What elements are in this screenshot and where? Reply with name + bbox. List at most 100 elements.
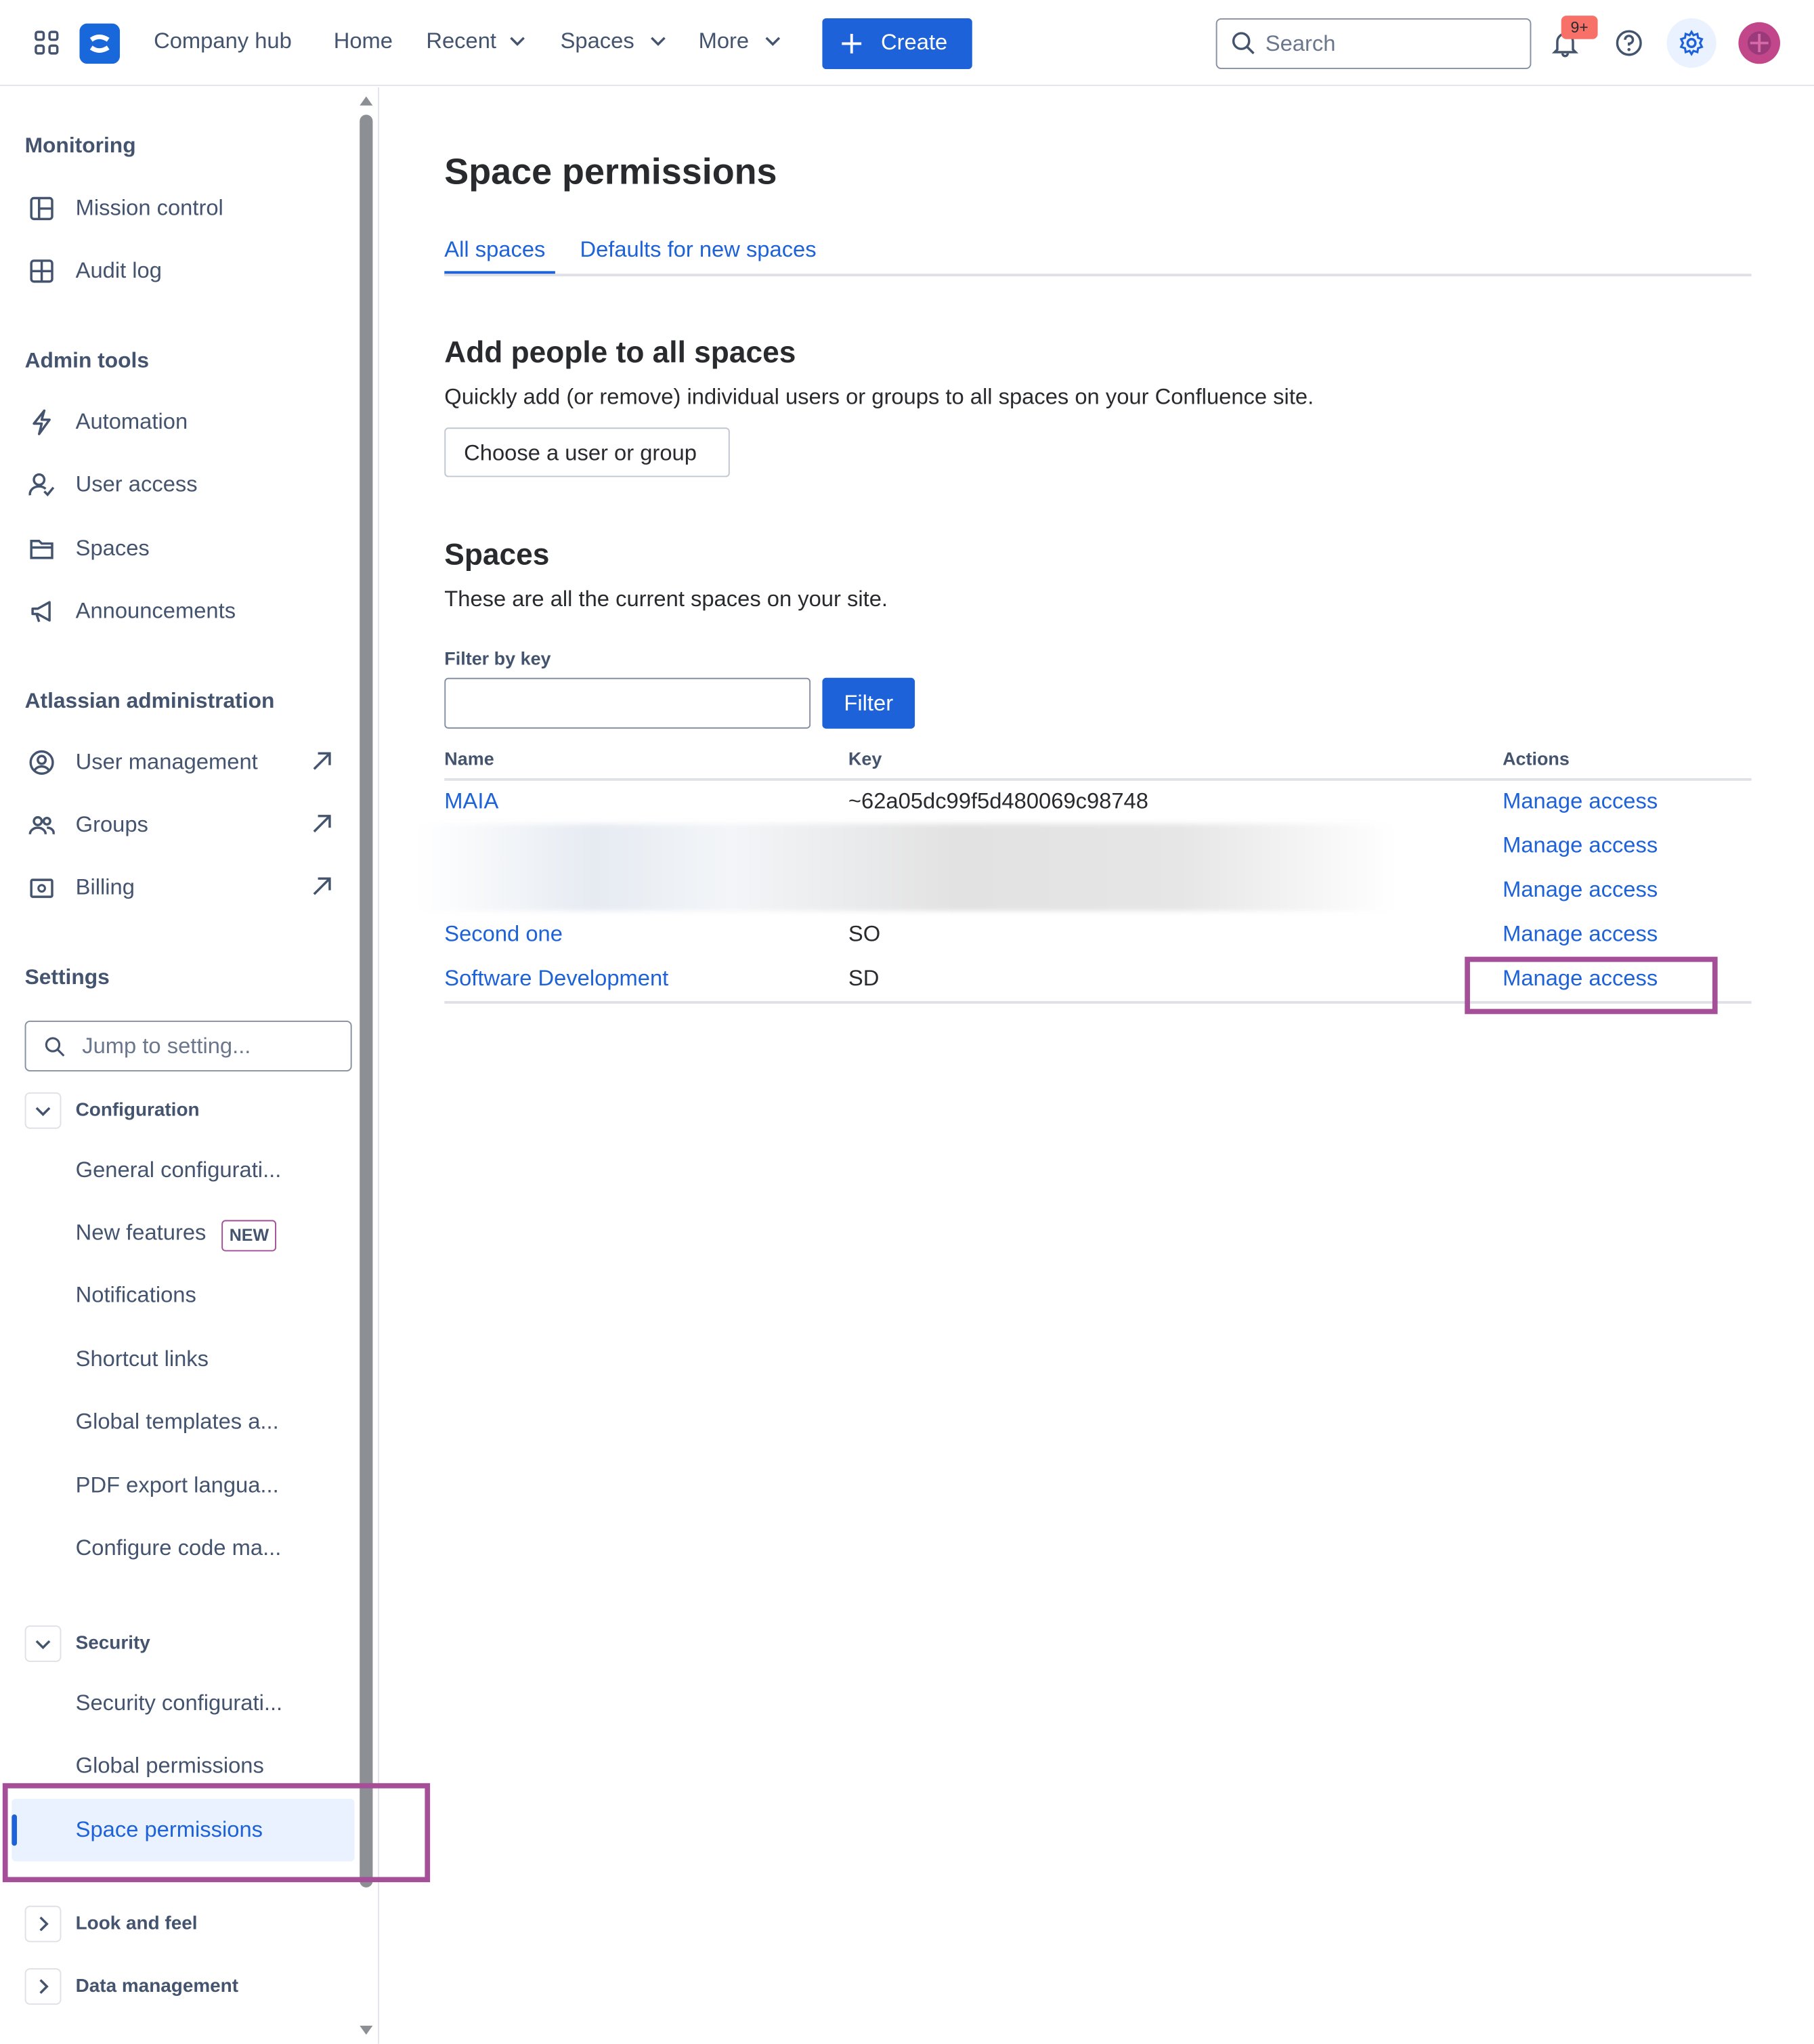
notification-badge: 9+ (1561, 16, 1598, 39)
sidebar-item-billing[interactable]: Billing (24, 861, 349, 914)
external-link-icon (310, 874, 334, 898)
chevron-down-icon (765, 37, 781, 47)
sidebar-heading-admin-tools: Admin tools (24, 349, 150, 373)
jump-to-setting-input[interactable]: Jump to setting... (24, 1020, 352, 1072)
sidebar-item-security-configuration[interactable]: Security configurati... (76, 1690, 283, 1716)
configuration-label: Configuration (75, 1100, 200, 1122)
sidebar-item-spaces[interactable]: Spaces (24, 523, 349, 575)
sidebar-item-user-access[interactable]: User access (24, 459, 349, 511)
look-and-feel-group[interactable]: Look and feel (24, 1905, 351, 1948)
sidebar-item-pdf-export-language[interactable]: PDF export langua... (76, 1473, 279, 1499)
configuration-group[interactable]: Configuration (24, 1092, 351, 1134)
space-key: ~62a05dc99f5d480069c98748 (848, 788, 1148, 813)
sidebar-item-global-permissions[interactable]: Global permissions (76, 1753, 264, 1779)
space-name-link[interactable]: Second one (444, 922, 563, 948)
sidebar-item-groups[interactable]: Groups (24, 799, 349, 851)
spaces-heading: Spaces (444, 536, 550, 571)
security-label: Security (75, 1633, 150, 1655)
nav-spaces[interactable]: Spaces (560, 28, 666, 54)
manage-access-link[interactable]: Manage access (1503, 833, 1658, 859)
site-name[interactable]: Company hub (154, 28, 292, 54)
security-group[interactable]: Security (24, 1625, 351, 1667)
nav-more[interactable]: More (698, 28, 781, 54)
user-check-icon (28, 472, 55, 498)
filter-by-key-label: Filter by key (444, 647, 551, 669)
column-header-actions: Actions (1503, 748, 1570, 769)
nav-recent[interactable]: Recent (426, 28, 525, 54)
space-name-link[interactable]: Software Development (444, 966, 668, 992)
sidebar-heading-atlassian-administration: Atlassian administration (24, 689, 275, 713)
sidebar-item-configure-code-macro[interactable]: Configure code ma... (76, 1535, 282, 1561)
external-link-icon (310, 750, 334, 773)
help-icon[interactable] (1615, 28, 1643, 57)
search-placeholder: Search (1265, 31, 1336, 56)
sidebar-item-label: Mission control (75, 195, 223, 221)
user-circle-icon (28, 750, 54, 775)
top-navigation: Company hub Home Recent Spaces More Crea… (0, 0, 1814, 87)
highlight-box (1465, 956, 1718, 1015)
tabs-divider (444, 274, 1752, 277)
sidebar-item-announcements[interactable]: Announcements (24, 585, 349, 637)
sidebar-item-label: Announcements (75, 598, 236, 623)
create-button[interactable]: Create (822, 18, 972, 70)
new-badge: NEW (221, 1220, 277, 1252)
app-switcher-icon[interactable] (34, 30, 60, 56)
sidebar-item-audit-log[interactable]: Audit log (24, 245, 349, 297)
scroll-down-arrow-icon[interactable] (360, 2025, 373, 2036)
space-name-link[interactable]: MAIA (444, 788, 498, 814)
filter-by-key-input[interactable] (444, 677, 811, 729)
highlight-box (2, 1783, 431, 1883)
sidebar-item-label: Automation (75, 409, 188, 434)
external-link-icon (310, 812, 334, 836)
sidebar-item-label: User access (75, 471, 198, 497)
filter-button[interactable]: Filter (822, 677, 915, 729)
sidebar-item-mission-control[interactable]: Mission control (24, 182, 349, 234)
nav-more-label: More (698, 28, 750, 54)
manage-access-link[interactable]: Manage access (1503, 877, 1658, 903)
dashboard-icon (28, 196, 54, 221)
choose-user-or-group-button[interactable]: Choose a user or group (444, 427, 730, 477)
confluence-logo-icon[interactable] (79, 23, 121, 64)
sidebar-item-shortcut-links[interactable]: Shortcut links (76, 1346, 209, 1372)
sidebar-item-notifications[interactable]: Notifications (76, 1283, 196, 1308)
look-and-feel-label: Look and feel (75, 1913, 198, 1935)
nav-recent-label: Recent (426, 28, 497, 54)
tab-all-spaces[interactable]: All spaces (444, 237, 545, 263)
sidebar-item-automation[interactable]: Automation (24, 396, 349, 448)
manage-access-link[interactable]: Manage access (1503, 788, 1658, 814)
sidebar-item-label: Audit log (75, 258, 162, 283)
data-management-group[interactable]: Data management (24, 1968, 351, 2010)
table-header-divider (444, 778, 1752, 781)
chevron-right-icon[interactable] (24, 1968, 62, 2005)
sidebar-heading-monitoring: Monitoring (24, 134, 136, 158)
column-header-name: Name (444, 748, 494, 769)
nav-home[interactable]: Home (334, 28, 393, 54)
create-label: Create (881, 30, 948, 55)
scroll-up-arrow-icon[interactable] (360, 95, 373, 106)
chevron-right-icon[interactable] (24, 1905, 62, 1942)
settings-button[interactable] (1666, 18, 1716, 68)
spaces-description: These are all the current spaces on your… (444, 587, 888, 612)
search-input[interactable]: Search (1215, 18, 1532, 70)
manage-access-link[interactable]: Manage access (1503, 922, 1658, 948)
space-key: SD (848, 966, 880, 991)
nav-spaces-label: Spaces (560, 28, 634, 54)
column-header-key: Key (848, 748, 882, 769)
gear-icon (1679, 30, 1704, 56)
people-icon (28, 812, 55, 838)
add-people-description: Quickly add (or remove) individual users… (444, 384, 1314, 410)
chevron-down-icon[interactable] (24, 1625, 62, 1662)
sidebar-item-general-configuration[interactable]: General configurati... (76, 1157, 282, 1183)
sidebar-scrollbar[interactable] (360, 114, 373, 1888)
sidebar-item-user-management[interactable]: User management (24, 736, 349, 788)
sidebar-item-new-features[interactable]: New features (76, 1220, 207, 1245)
jump-to-setting-placeholder: Jump to setting... (82, 1034, 251, 1059)
chevron-down-icon[interactable] (24, 1092, 62, 1129)
sidebar-item-label: Groups (75, 812, 148, 837)
redacted-area (418, 824, 1396, 912)
sidebar-item-global-templates[interactable]: Global templates a... (76, 1409, 279, 1434)
avatar[interactable] (1738, 22, 1781, 64)
add-people-heading: Add people to all spaces (444, 335, 796, 369)
page-title: Space permissions (444, 151, 777, 192)
tab-defaults-for-new-spaces[interactable]: Defaults for new spaces (580, 237, 816, 263)
